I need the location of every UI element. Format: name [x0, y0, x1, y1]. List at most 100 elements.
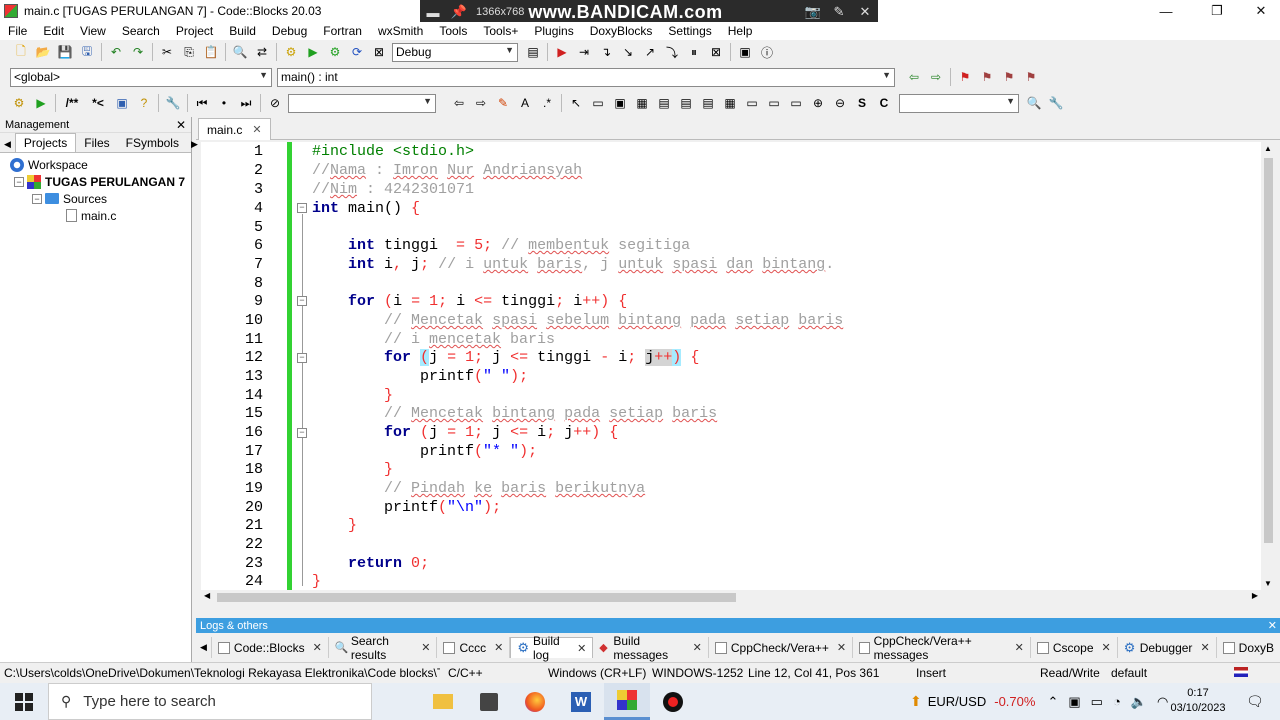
- taskbar-word[interactable]: W: [558, 683, 604, 720]
- volume-icon[interactable]: 🔈: [1131, 694, 1147, 710]
- currency-change[interactable]: -0.70%: [994, 694, 1035, 709]
- taskbar-clock[interactable]: 0:17 03/10/2023: [1168, 686, 1228, 716]
- close-icon[interactable]: ✕: [252, 123, 261, 136]
- pencil-icon[interactable]: ✎: [826, 4, 852, 20]
- open-file-icon[interactable]: 📂: [32, 42, 54, 62]
- first-icon[interactable]: ⏮: [191, 93, 213, 113]
- camera-icon[interactable]: 📷: [800, 4, 826, 20]
- start-button[interactable]: [0, 683, 48, 720]
- menu-view[interactable]: View: [72, 24, 114, 38]
- minimize-button[interactable]: —: [1143, 0, 1189, 22]
- close-icon[interactable]: ✕: [1015, 641, 1024, 654]
- tertiary-select[interactable]: ▼: [899, 93, 1019, 113]
- image-icon[interactable]: ▣: [609, 93, 631, 113]
- zoom-out-icon[interactable]: ⊖: [829, 93, 851, 113]
- paste-icon[interactable]: 📋: [200, 42, 222, 62]
- menu-doxyblocks[interactable]: DoxyBlocks: [582, 24, 661, 38]
- tab-files[interactable]: Files: [76, 134, 117, 152]
- wifi-icon[interactable]: ◠: [1157, 694, 1168, 710]
- scroll-left-icon[interactable]: ◀: [204, 591, 210, 600]
- tab-main-c[interactable]: main.c ✕: [198, 118, 271, 140]
- menu-edit[interactable]: Edit: [35, 24, 72, 38]
- editor-vertical-scrollbar[interactable]: ▲ ▼: [1261, 142, 1276, 590]
- close-icon[interactable]: ✕: [421, 641, 430, 654]
- jump-forward-icon[interactable]: ⇨: [925, 67, 947, 87]
- find-icon[interactable]: 🔍: [229, 42, 251, 62]
- close-icon[interactable]: ✕: [176, 118, 186, 132]
- replace-icon[interactable]: ⇄: [251, 42, 273, 62]
- layout-4-icon[interactable]: ▦: [719, 93, 741, 113]
- debug-run-icon[interactable]: ▶: [551, 42, 573, 62]
- tab-scroll-left[interactable]: ◀: [0, 137, 15, 152]
- wrench-icon[interactable]: 🔧: [162, 93, 184, 113]
- fold-toggle-icon[interactable]: −: [297, 296, 307, 306]
- select-cursor-icon[interactable]: ↖: [565, 93, 587, 113]
- minimize-icon[interactable]: ▬: [420, 5, 446, 20]
- close-icon[interactable]: ✕: [1200, 641, 1209, 654]
- tab-fsymbols[interactable]: FSymbols: [118, 134, 187, 152]
- close-icon[interactable]: ✕: [693, 641, 702, 654]
- tab-doxyblocks[interactable]: DoxyB: [1217, 637, 1280, 658]
- notification-icon[interactable]: 🗨: [1246, 693, 1264, 710]
- box-2-icon[interactable]: ▭: [763, 93, 785, 113]
- battery-icon[interactable]: ▭: [1091, 694, 1103, 710]
- regex-icon[interactable]: .*: [536, 93, 558, 113]
- webcam-icon[interactable]: ▣: [1068, 694, 1080, 710]
- abort-icon[interactable]: ⊠: [368, 42, 390, 62]
- close-icon[interactable]: ✕: [494, 641, 503, 654]
- close-icon[interactable]: ✕: [313, 641, 322, 654]
- widget-icon[interactable]: ▦: [631, 93, 653, 113]
- pin-icon[interactable]: 📌: [446, 4, 472, 20]
- redo-icon[interactable]: ↷: [127, 42, 149, 62]
- line-comment-icon[interactable]: *<: [85, 93, 111, 113]
- editor-horizontal-scrollbar[interactable]: ◀ ▶: [201, 590, 1261, 605]
- pause-icon[interactable]: ⏸: [683, 42, 705, 62]
- menu-plugins[interactable]: Plugins: [526, 24, 581, 38]
- layout-1-icon[interactable]: ▤: [653, 93, 675, 113]
- scroll-up-icon[interactable]: ▲: [1264, 144, 1272, 153]
- undo-icon[interactable]: ↶: [105, 42, 127, 62]
- rectangle-icon[interactable]: ▭: [587, 93, 609, 113]
- tab-scroll-left[interactable]: ◀: [196, 637, 212, 658]
- tree-sources[interactable]: − Sources: [32, 190, 107, 207]
- cut-icon[interactable]: ✂: [156, 42, 178, 62]
- collapse-icon[interactable]: −: [14, 176, 24, 187]
- tab-cccc[interactable]: Cccc ✕: [437, 637, 511, 658]
- tree-workspace[interactable]: Workspace: [10, 156, 88, 173]
- menu-settings[interactable]: Settings: [660, 24, 719, 38]
- box-3-icon[interactable]: ▭: [785, 93, 807, 113]
- step-into-icon[interactable]: ↘: [617, 42, 639, 62]
- close-icon[interactable]: ✕: [1268, 619, 1277, 632]
- run-icon[interactable]: ▶: [302, 42, 324, 62]
- tab-cppcheck-messages[interactable]: CppCheck/Vera++ messages ✕: [853, 634, 1031, 662]
- maximize-button[interactable]: ❐: [1194, 0, 1240, 22]
- tab-search-results[interactable]: 🔍 Search results ✕: [329, 634, 438, 662]
- menu-debug[interactable]: Debug: [264, 24, 315, 38]
- fold-toggle-icon[interactable]: −: [297, 353, 307, 363]
- currency-pair[interactable]: EUR/USD: [928, 694, 987, 709]
- doxy-help-icon[interactable]: ?: [133, 93, 155, 113]
- zoom-in-icon[interactable]: ⊕: [807, 93, 829, 113]
- menu-file[interactable]: File: [0, 24, 35, 38]
- save-all-icon[interactable]: 🖫: [76, 42, 98, 62]
- layout-3-icon[interactable]: ▤: [697, 93, 719, 113]
- step-out-icon[interactable]: ↗: [639, 42, 661, 62]
- taskbar-codeblocks[interactable]: [604, 683, 650, 720]
- close-icon[interactable]: ✕: [852, 4, 878, 20]
- menu-build[interactable]: Build: [221, 24, 264, 38]
- settings-wrench-icon[interactable]: 🔧: [1045, 93, 1067, 113]
- jump-back-icon[interactable]: ⇦: [903, 67, 925, 87]
- taskbar-file-explorer[interactable]: [420, 683, 466, 720]
- c-icon[interactable]: C: [873, 93, 895, 113]
- run-to-cursor-icon[interactable]: ⇥: [573, 42, 595, 62]
- box-1-icon[interactable]: ▭: [741, 93, 763, 113]
- code-editor[interactable]: 1 2 3 4 5 6 7 8 9 10 11 12 13 14 15 16 1…: [201, 142, 1261, 590]
- dot-icon[interactable]: •: [213, 93, 235, 113]
- taskbar-store[interactable]: [466, 683, 512, 720]
- bookmark-toggle-icon[interactable]: ⚑: [954, 67, 976, 87]
- stop-debug-icon[interactable]: ⊠: [705, 42, 727, 62]
- font-icon[interactable]: A: [514, 93, 536, 113]
- tab-build-messages[interactable]: ◆ Build messages ✕: [593, 634, 709, 662]
- secondary-select[interactable]: ▼: [288, 93, 436, 113]
- network-icon[interactable]: ◔: [1113, 694, 1121, 709]
